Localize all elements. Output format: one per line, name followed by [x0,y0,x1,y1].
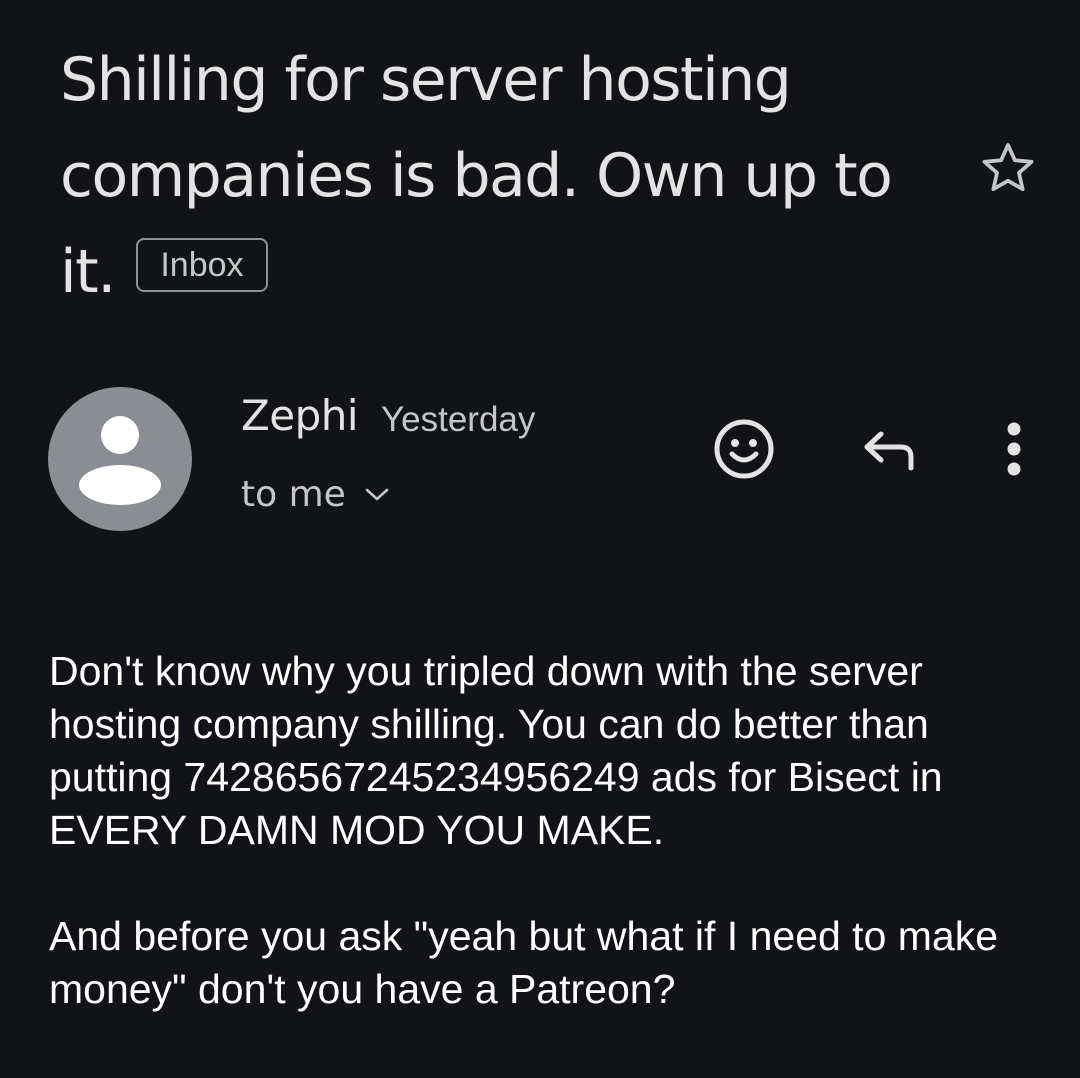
recipient-details-toggle[interactable]: to me [241,470,390,520]
sender-name[interactable]: Zephi [241,390,359,442]
sender-avatar[interactable] [48,387,192,531]
sent-time: Yesterday [381,400,536,439]
message-body: Don't know why you tripled down with the… [49,645,1049,1016]
more-vert-icon [1007,422,1021,476]
reply-button[interactable] [856,417,920,481]
more-options-button[interactable] [982,417,1046,481]
chevron-down-icon [365,488,389,501]
add-reaction-button[interactable] [712,417,776,481]
reply-icon [864,431,914,471]
star-outline-icon [982,143,1034,192]
message-paragraph: And before you ask "yeah but what if I n… [49,913,999,1012]
person-icon [79,416,161,505]
message-paragraph: Don't know why you tripled down with the… [49,648,943,853]
inbox-label-chip[interactable]: Inbox [136,238,268,293]
emoji-reaction-icon [714,419,774,479]
recipient-label: to me [241,474,346,515]
star-button[interactable] [976,136,1040,200]
email-subject: Shilling for server hosting companies is… [60,32,940,320]
